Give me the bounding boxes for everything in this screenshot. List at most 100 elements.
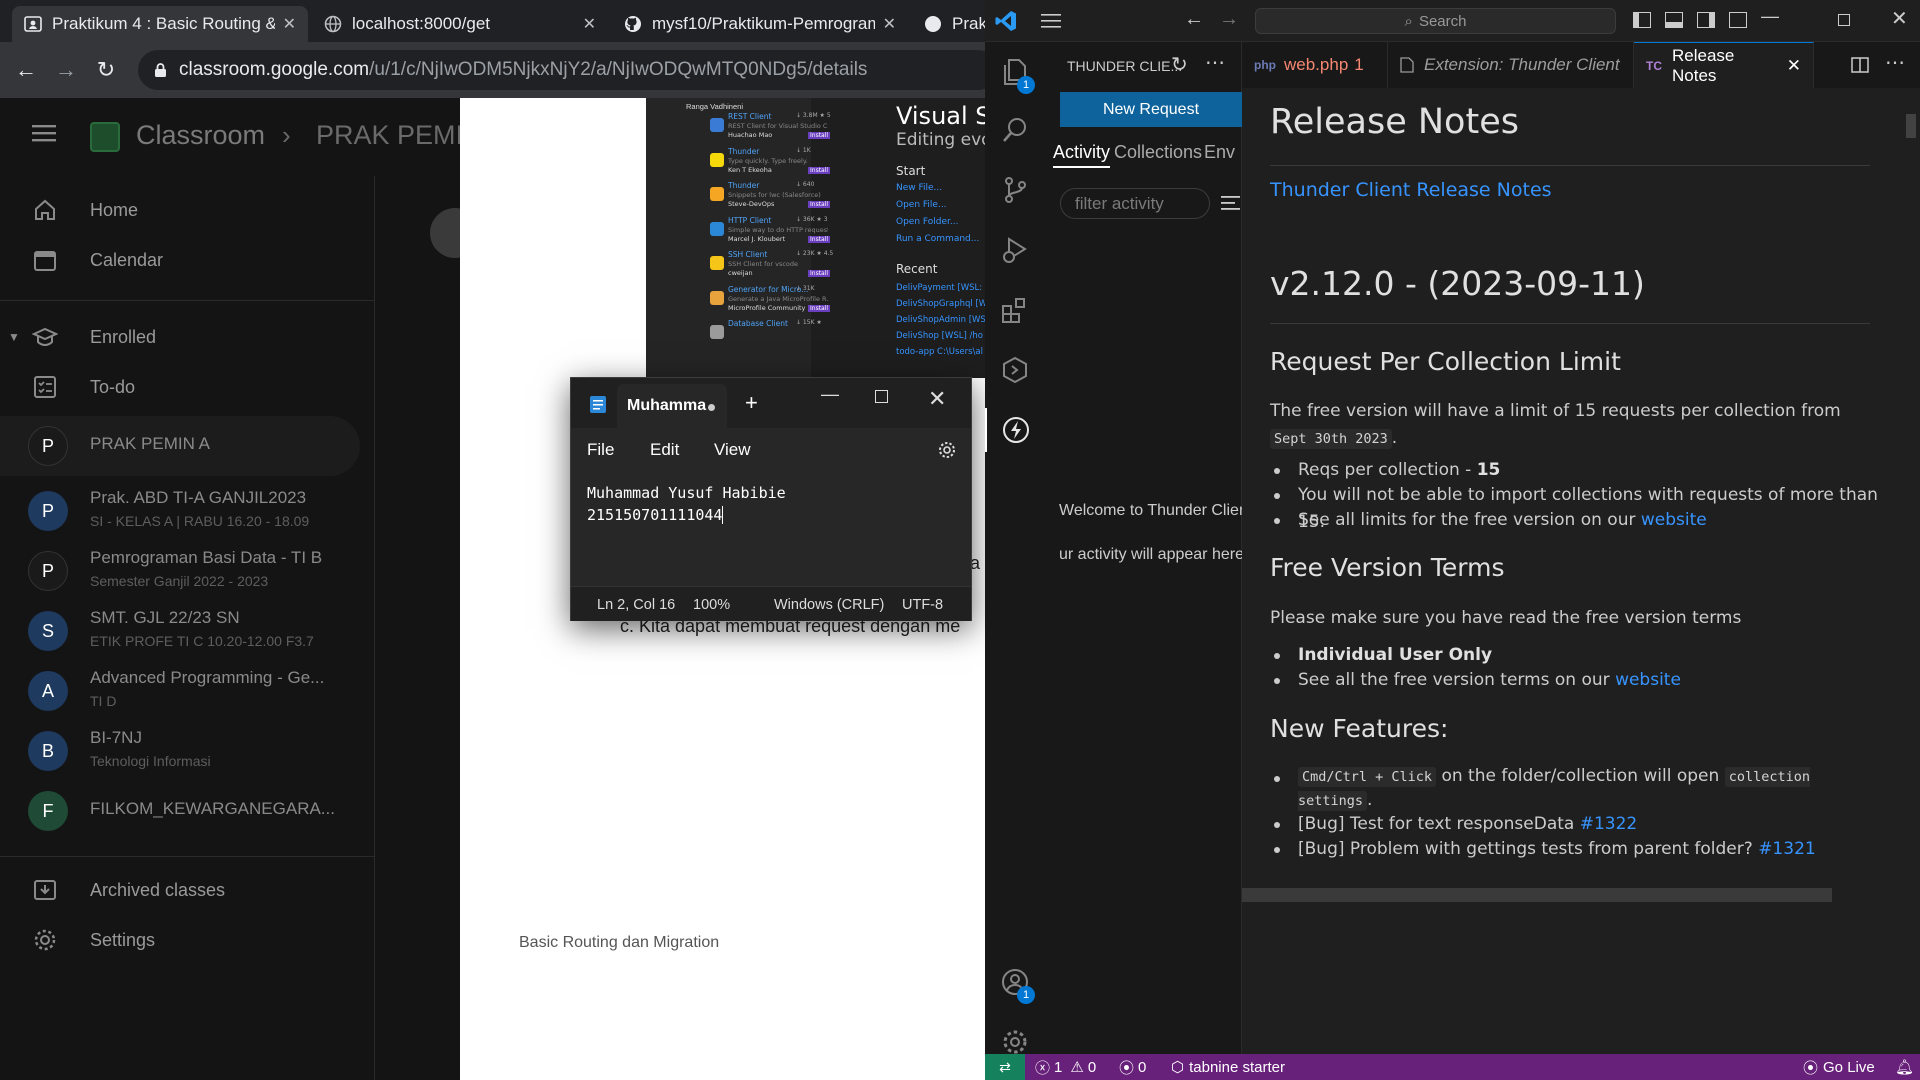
breadcrumb[interactable]: PRAK PEMIN	[316, 120, 483, 151]
class-item[interactable]: P Prak. ABD TI-A GANJIL2023 SI - KELAS A…	[0, 481, 370, 541]
install-button[interactable]: Install	[808, 235, 831, 243]
extension-entry[interactable]: SSH Client SSH Client for vscode cweijan ↓ …	[706, 250, 836, 282]
close-icon[interactable]: ✕	[283, 14, 296, 34]
command-center-search[interactable]: ⌕ Search	[1255, 8, 1616, 34]
sidebar-item-todo[interactable]: To-do	[0, 363, 370, 411]
maximize-button[interactable]	[875, 390, 888, 403]
search-button[interactable]	[993, 108, 1037, 152]
menu-button[interactable]	[32, 122, 58, 144]
app-name[interactable]: Classroom	[136, 120, 265, 151]
tab-extension-thunder[interactable]: Extension: Thunder Client	[1388, 42, 1634, 88]
nav-forward-button[interactable]: →	[1219, 8, 1239, 31]
tabnine-indicator[interactable]: ⬡ tabnine starter	[1171, 1054, 1285, 1080]
tab-release-notes[interactable]: TC Release Notes ✕	[1634, 42, 1814, 88]
nav-back-button[interactable]: ←	[1184, 8, 1204, 31]
sidebar-item-settings[interactable]: Settings	[0, 916, 370, 964]
notifications-button[interactable]: 🔔︎	[1895, 1054, 1914, 1080]
close-icon[interactable]: ✕	[583, 14, 596, 34]
menu-edit[interactable]: Edit	[650, 440, 679, 460]
gear-icon[interactable]	[937, 440, 957, 460]
sidebar-item-calendar[interactable]: Calendar	[0, 236, 370, 284]
recent-item[interactable]: DelivPayment [WSL: Ub	[896, 280, 985, 296]
extension-entry[interactable]: Thunder Type quickly. Type freely. Ken T E…	[706, 147, 836, 179]
forward-button[interactable]: →	[46, 50, 86, 90]
classroom-logo[interactable]	[90, 122, 120, 152]
notepad-tab[interactable]: Muhamma	[617, 384, 727, 428]
class-item-prak-pemin-a[interactable]: P PRAK PEMIN A	[0, 416, 360, 476]
close-icon[interactable]: ✕	[1787, 56, 1801, 76]
issue-link[interactable]: #1322	[1580, 814, 1638, 834]
refresh-icon[interactable]: ↻	[1171, 52, 1188, 77]
remote-indicator[interactable]: ⇄	[985, 1054, 1025, 1080]
website-link[interactable]: website	[1641, 510, 1707, 530]
new-request-button[interactable]: New Request	[1060, 92, 1242, 127]
extension-entry[interactable]: Generator for Micro... Generate a Java Mi…	[706, 285, 836, 317]
tab-web-php[interactable]: php web.php 1	[1242, 42, 1388, 88]
start-item[interactable]: New File...	[896, 180, 985, 197]
browser-tab-github[interactable]: mysf10/Praktikum-Pemrograma ✕	[612, 6, 908, 42]
extension-entry[interactable]: Thunder Snippets for lwc (Salesforce) Stev…	[706, 181, 836, 213]
remote-explorer-button[interactable]	[993, 348, 1037, 392]
start-item[interactable]: Open File...	[896, 197, 985, 214]
close-button[interactable]: ✕	[928, 386, 946, 412]
more-actions-icon[interactable]: ⋯	[1205, 50, 1225, 75]
tab-env[interactable]: Env	[1204, 142, 1235, 163]
browser-tab-github-2[interactable]: Prakt	[912, 6, 985, 42]
reload-button[interactable]: ↻	[86, 50, 126, 90]
close-icon[interactable]: ✕	[883, 14, 896, 34]
ports-indicator[interactable]: ⦿ 0	[1119, 1054, 1146, 1080]
run-debug-button[interactable]	[993, 228, 1037, 272]
issue-link[interactable]: #1321	[1758, 839, 1816, 859]
thunder-client-button[interactable]	[985, 408, 1045, 452]
start-item[interactable]: Run a Command...	[896, 231, 985, 248]
tab-collections[interactable]: Collections	[1114, 142, 1202, 163]
class-item[interactable]: P Pemrograman Basi Data - TI B Semester …	[0, 541, 370, 601]
minimize-button[interactable]: —	[821, 384, 839, 405]
install-button[interactable]: Install	[808, 166, 831, 174]
maximize-button[interactable]	[1838, 14, 1850, 26]
class-item[interactable]: B BI-7NJ Teknologi Informasi	[0, 721, 370, 781]
toggle-panel-icon[interactable]	[1665, 12, 1683, 28]
explorer-button[interactable]: 1	[993, 50, 1037, 94]
filter-menu-icon[interactable]	[1221, 196, 1240, 210]
split-editor-icon[interactable]	[1851, 56, 1869, 74]
address-bar[interactable]: classroom.google.com/u/1/c/NjIwODM5NjkxN…	[138, 50, 985, 90]
extensions-button[interactable]	[993, 288, 1037, 332]
go-live-button[interactable]: ⦿ Go Live	[1803, 1054, 1875, 1080]
start-item[interactable]: Open Folder...	[896, 214, 985, 231]
problems-indicator[interactable]: ⓧ 1 ⚠ 0	[1035, 1054, 1096, 1080]
browser-tab-localhost[interactable]: localhost:8000/get ✕	[312, 6, 608, 42]
sidebar-item-archived[interactable]: Archived classes	[0, 866, 370, 914]
toggle-secondary-sidebar-icon[interactable]	[1697, 12, 1715, 28]
install-button[interactable]: Install	[808, 201, 831, 208]
website-link[interactable]: website	[1615, 670, 1681, 690]
menu-view[interactable]: View	[714, 440, 751, 460]
hamburger-icon[interactable]	[1041, 14, 1061, 28]
minimize-button[interactable]: —	[1761, 6, 1779, 27]
recent-item[interactable]: DelivShopGraphql [WS	[896, 296, 985, 312]
install-button[interactable]: Install	[808, 304, 831, 312]
new-tab-button[interactable]: +	[745, 390, 758, 416]
release-notes-link[interactable]: Thunder Client Release Notes	[1270, 149, 1880, 201]
tab-activity[interactable]: Activity	[1053, 142, 1111, 168]
filter-activity-input[interactable]: filter activity	[1060, 188, 1210, 219]
back-button[interactable]: ←	[6, 50, 46, 90]
source-control-button[interactable]	[993, 168, 1037, 212]
sidebar-item-enrolled[interactable]: ▼ Enrolled	[0, 313, 370, 361]
toggle-sidebar-icon[interactable]	[1633, 12, 1651, 28]
menu-file[interactable]: File	[587, 440, 614, 460]
class-item[interactable]: A Advanced Programming - Ge... TI D	[0, 661, 370, 721]
horizontal-scrollbar[interactable]	[1242, 888, 1832, 902]
sidebar-item-home[interactable]: Home	[0, 186, 370, 234]
extension-entry[interactable]: HTTP Client Simple way to do HTTP request…	[706, 216, 836, 248]
extension-entry[interactable]: REST Client REST Client for Visual Studio…	[706, 112, 836, 144]
recent-item[interactable]: DelivShop [WSL] /ho	[896, 328, 985, 344]
extension-entry[interactable]: Database Client ↓ 15K ★	[706, 319, 836, 351]
vertical-scrollbar[interactable]	[1906, 114, 1916, 138]
class-item[interactable]: F FILKOM_KEWARGANEGARA...	[0, 781, 370, 841]
customize-layout-icon[interactable]	[1729, 12, 1747, 28]
more-actions-icon[interactable]: ⋯	[1885, 50, 1905, 75]
recent-item[interactable]: DelivShopAdmin [WSL	[896, 312, 985, 328]
notepad-text-area[interactable]: Muhammad Yusuf Habibie 215150701111044	[571, 470, 971, 575]
browser-tab-classroom[interactable]: Praktikum 4 : Basic Routing & M ✕	[12, 6, 308, 42]
